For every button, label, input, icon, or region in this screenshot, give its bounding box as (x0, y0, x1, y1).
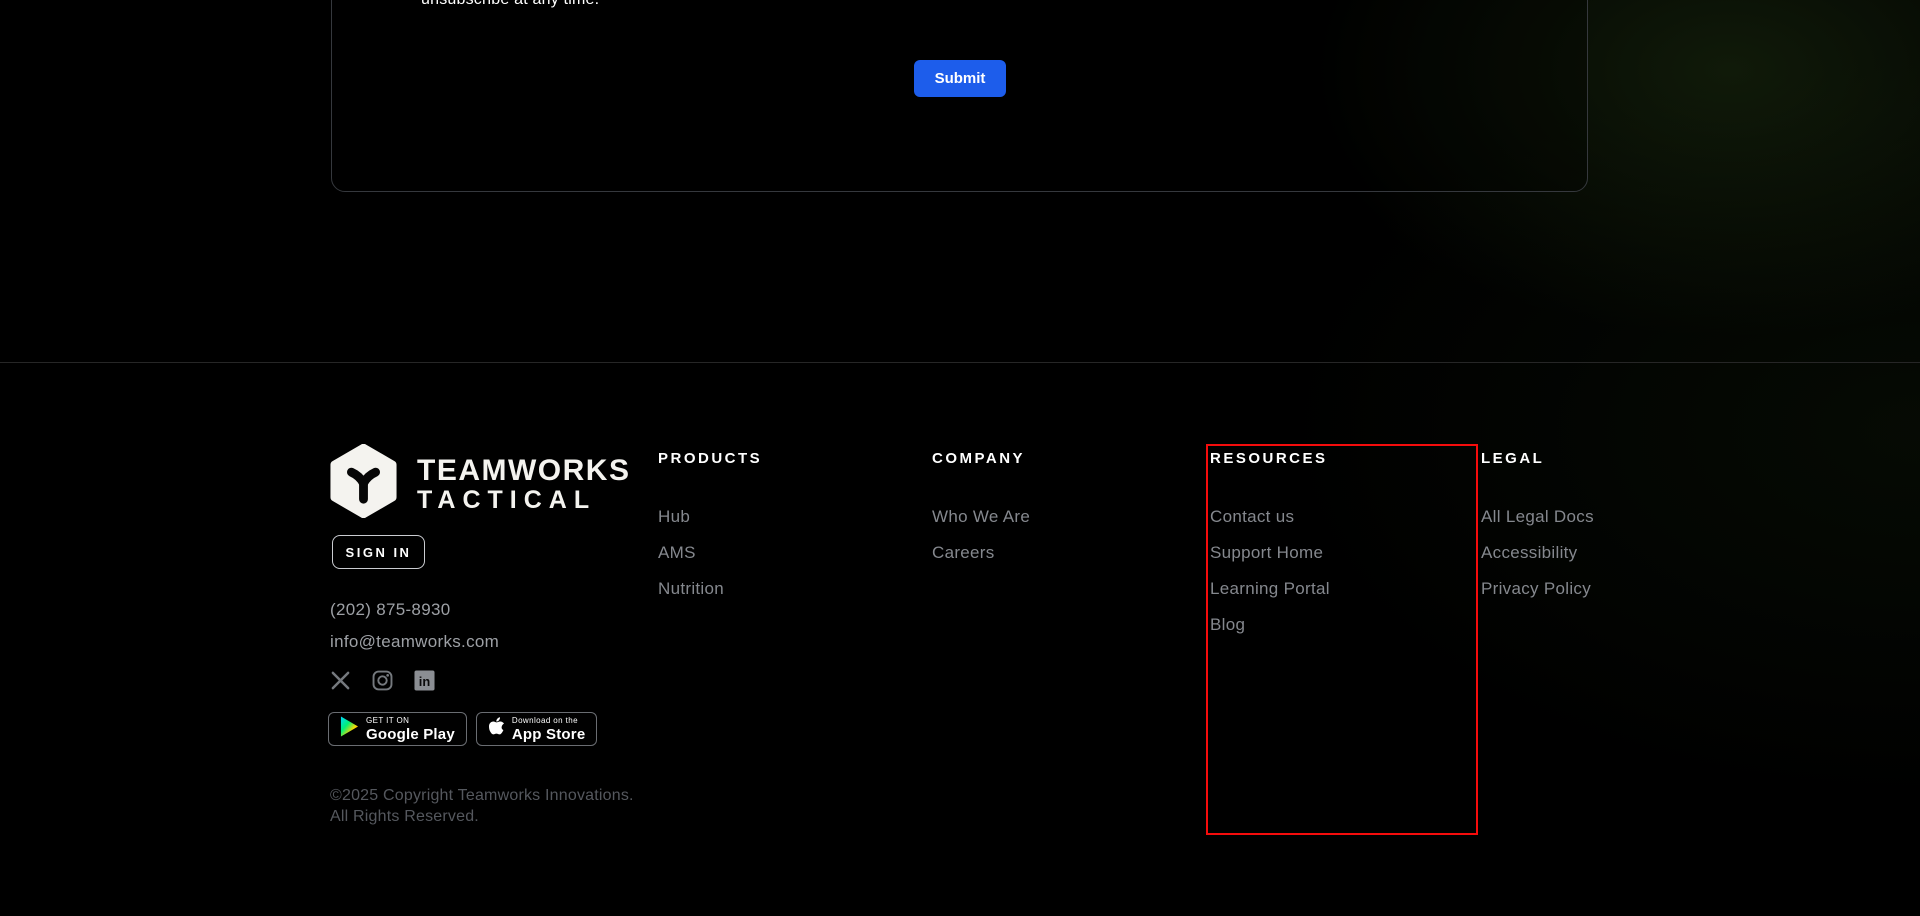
footer-divider (0, 362, 1920, 363)
footer-column-title: COMPANY (932, 450, 1162, 468)
sign-in-button[interactable]: SIGN IN (332, 535, 425, 569)
phone-link[interactable]: (202) 875-8930 (330, 600, 450, 620)
footer-column-title: PRODUCTS (658, 450, 888, 468)
footer-column-resources: RESOURCES Contact us Support Home Learning… (1210, 450, 1440, 650)
footer-link-learning-portal[interactable]: Learning Portal (1210, 578, 1440, 600)
footer-column-products: PRODUCTS Hub AMS Nutrition (658, 450, 888, 614)
footer-logo[interactable]: TEAMWORKS TACTICAL (330, 444, 630, 523)
footer-column-links: Hub AMS Nutrition (658, 506, 888, 614)
unsubscribe-note: unsubscribe at any time. (421, 0, 599, 9)
copyright-line1: ©2025 Copyright Teamworks Innovations. (330, 785, 634, 806)
footer-link-hub[interactable]: Hub (658, 506, 888, 528)
submit-button[interactable]: Submit (914, 60, 1006, 97)
logo-wordmark: TEAMWORKS TACTICAL (417, 455, 630, 513)
footer-link-ams[interactable]: AMS (658, 542, 888, 564)
google-play-tagline: GET IT ON (366, 717, 455, 725)
google-play-label: Google Play (366, 727, 455, 742)
footer-column-links: Who We Are Careers (932, 506, 1162, 578)
footer-link-support-home[interactable]: Support Home (1210, 542, 1440, 564)
footer-column-title: LEGAL (1481, 450, 1711, 468)
app-store-badge[interactable]: Download on the App Store (476, 712, 597, 746)
page: unsubscribe at any time. Submit TEAMWORK… (0, 0, 1920, 916)
footer-column-links: All Legal Docs Accessibility Privacy Polic… (1481, 506, 1711, 614)
svg-text:in: in (419, 674, 431, 689)
instagram-icon[interactable] (372, 670, 393, 691)
footer-column-legal: LEGAL All Legal Docs Accessibility Privacy… (1481, 450, 1711, 614)
footer-link-nutrition[interactable]: Nutrition (658, 578, 888, 600)
footer-link-accessibility[interactable]: Accessibility (1481, 542, 1711, 564)
app-store-label: App Store (512, 727, 585, 742)
footer-link-privacy-policy[interactable]: Privacy Policy (1481, 578, 1711, 600)
footer-link-careers[interactable]: Careers (932, 542, 1162, 564)
x-icon[interactable] (330, 670, 351, 691)
app-store-tagline: Download on the (512, 717, 585, 725)
apple-icon (488, 717, 505, 742)
social-links-row: in (330, 670, 435, 691)
copyright-line2: All Rights Reserved. (330, 806, 634, 827)
footer-link-blog[interactable]: Blog (1210, 614, 1440, 636)
logo-word-tactical: TACTICAL (417, 487, 630, 513)
app-badges-row: GET IT ON Google Play Download on the Ap… (328, 712, 597, 746)
email-link[interactable]: info@teamworks.com (330, 632, 499, 652)
footer-column-links: Contact us Support Home Learning Portal Blo… (1210, 506, 1440, 650)
footer-link-all-legal-docs[interactable]: All Legal Docs (1481, 506, 1711, 528)
copyright-text: ©2025 Copyright Teamworks Innovations. A… (330, 785, 634, 827)
linkedin-icon[interactable]: in (414, 670, 435, 691)
google-play-icon (340, 716, 359, 742)
google-play-badge[interactable]: GET IT ON Google Play (328, 712, 467, 746)
footer-link-who-we-are[interactable]: Who We Are (932, 506, 1162, 528)
logo-word-teamworks: TEAMWORKS (417, 455, 630, 487)
footer-column-company: COMPANY Who We Are Careers (932, 450, 1162, 578)
footer-link-contact-us[interactable]: Contact us (1210, 506, 1440, 528)
teamworks-hex-y-icon (330, 444, 397, 523)
footer-column-title: RESOURCES (1210, 450, 1440, 468)
